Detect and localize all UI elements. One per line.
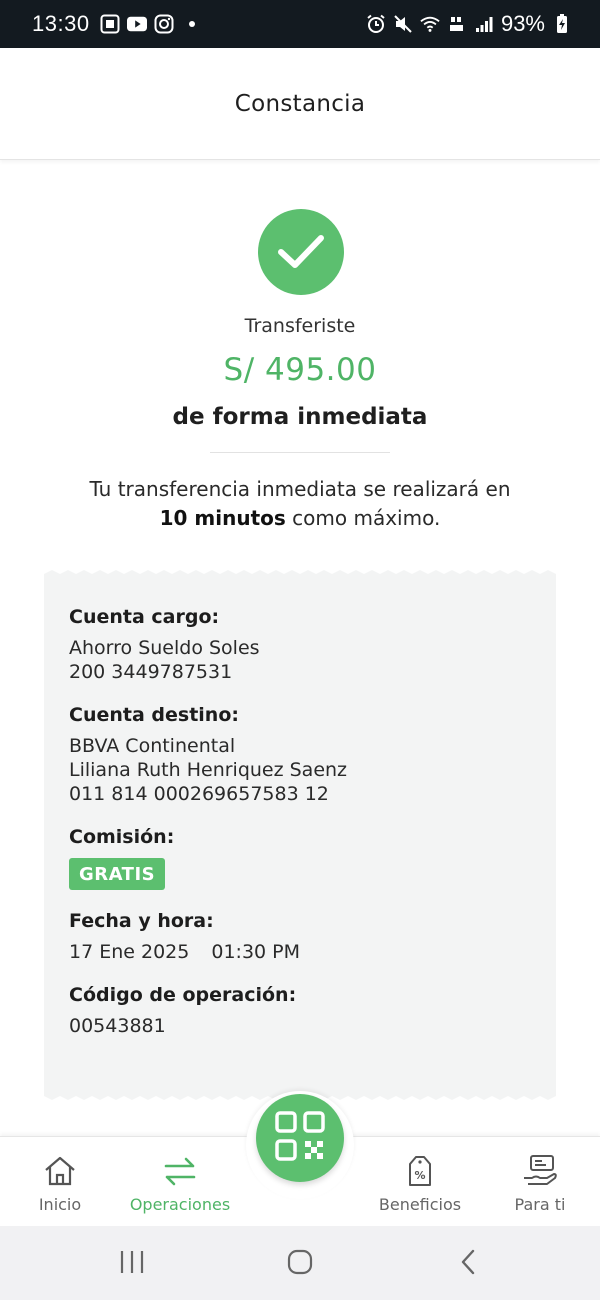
nav-label-para-ti: Para ti: [514, 1195, 566, 1214]
hand-card-icon: [522, 1153, 558, 1189]
cuenta-cargo-name: Ahorro Sueldo Soles: [69, 637, 260, 659]
svg-text:%: %: [414, 1169, 425, 1182]
mute-icon: [393, 14, 413, 34]
instagram-icon: [154, 14, 174, 34]
comision-badge: GRATIS: [69, 858, 166, 890]
cuenta-cargo-number: 200 3449787531: [69, 661, 233, 683]
nav-item-operaciones[interactable]: Operaciones: [120, 1137, 240, 1227]
cuenta-destino-number: 011 814 000269657583 12: [69, 783, 329, 805]
cuenta-destino-label: Cuenta destino:: [69, 704, 239, 726]
codigo-section: Código de operación: 00543881: [69, 984, 536, 1038]
transfer-description-line2: 10 minutos como máximo.: [0, 506, 600, 530]
transfer-time-bold: 10 minutos: [159, 506, 286, 530]
transfer-intro-text: Transferiste: [244, 315, 356, 337]
system-navigation-bar: [0, 1226, 600, 1300]
home-circle-icon: [286, 1248, 314, 1280]
status-bar: 13:30 93%: [0, 0, 600, 48]
transfer-amount: S/ 495.00: [223, 352, 377, 388]
recent-apps-icon: [118, 1249, 146, 1279]
wifi-icon: [420, 14, 440, 34]
fecha-hora-section: Fecha y hora: 17 Ene 2025 01:30 PM: [69, 910, 536, 964]
comision-label: Comisión:: [69, 826, 175, 848]
nav-item-beneficios[interactable]: % Beneficios: [365, 1137, 475, 1227]
receipt-torn-edge-top: [44, 570, 556, 580]
system-status-icons: 93%: [366, 11, 572, 37]
header: Constancia: [0, 48, 600, 160]
codigo-value: 00543881: [69, 1015, 166, 1037]
transfer-description-line1: Tu transferencia inmediata se realizará …: [89, 477, 511, 501]
fecha-hora-value: 17 Ene 2025 01:30 PM: [69, 940, 536, 964]
cuenta-cargo-section: Cuenta cargo: Ahorro Sueldo Soles 200 34…: [69, 606, 536, 684]
codigo-label: Código de operación:: [69, 984, 297, 1006]
youtube-icon: [126, 14, 147, 34]
page-title: Constancia: [234, 90, 366, 117]
transfer-arrows-icon: [162, 1153, 198, 1189]
status-time: 13:30: [32, 11, 90, 36]
alarm-icon: [366, 14, 386, 34]
comision-section: Comisión: GRATIS: [69, 826, 536, 890]
volte-icon: [447, 14, 467, 34]
notification-square-icon: [100, 14, 120, 34]
home-icon: [42, 1153, 78, 1189]
nav-item-para-ti[interactable]: Para ti: [500, 1137, 580, 1227]
nav-label-operaciones: Operaciones: [129, 1195, 231, 1214]
cuenta-cargo-label: Cuenta cargo:: [69, 606, 220, 628]
qr-scan-button[interactable]: [256, 1094, 344, 1182]
notification-icons: [100, 14, 195, 34]
chevron-left-icon: [458, 1248, 478, 1280]
operation-date: 17 Ene 2025: [69, 941, 190, 963]
cuenta-destino-section: Cuenta destino: BBVA Continental Liliana…: [69, 704, 536, 806]
divider: [210, 452, 390, 453]
nav-label-beneficios: Beneficios: [378, 1195, 462, 1214]
cuenta-destino-holder: Liliana Ruth Henriquez Saenz: [69, 759, 348, 781]
transfer-mode: de forma inmediata: [172, 404, 428, 430]
cuenta-destino-bank: BBVA Continental: [69, 735, 236, 757]
more-notifications-dot-icon: [188, 21, 195, 27]
receipt-details: Cuenta cargo: Ahorro Sueldo Soles 200 34…: [69, 606, 536, 1058]
fecha-hora-label: Fecha y hora:: [69, 910, 214, 932]
back-button[interactable]: [448, 1244, 488, 1284]
recent-apps-button[interactable]: [112, 1244, 152, 1284]
battery-charging-icon: [552, 14, 572, 34]
operation-time: 01:30 PM: [211, 941, 301, 963]
receipt-card: Cuenta cargo: Ahorro Sueldo Soles 200 34…: [44, 570, 556, 1100]
nav-label-inicio: Inicio: [38, 1195, 82, 1214]
transfer-time-rest: como máximo.: [292, 506, 441, 530]
home-system-button[interactable]: [280, 1244, 320, 1284]
nav-item-inicio[interactable]: Inicio: [20, 1137, 100, 1227]
qr-code-icon: [275, 1111, 325, 1165]
discount-tag-icon: %: [402, 1153, 438, 1189]
signal-icon: [474, 14, 494, 34]
battery-percentage: 93%: [500, 11, 545, 36]
success-check-icon: [258, 209, 344, 295]
